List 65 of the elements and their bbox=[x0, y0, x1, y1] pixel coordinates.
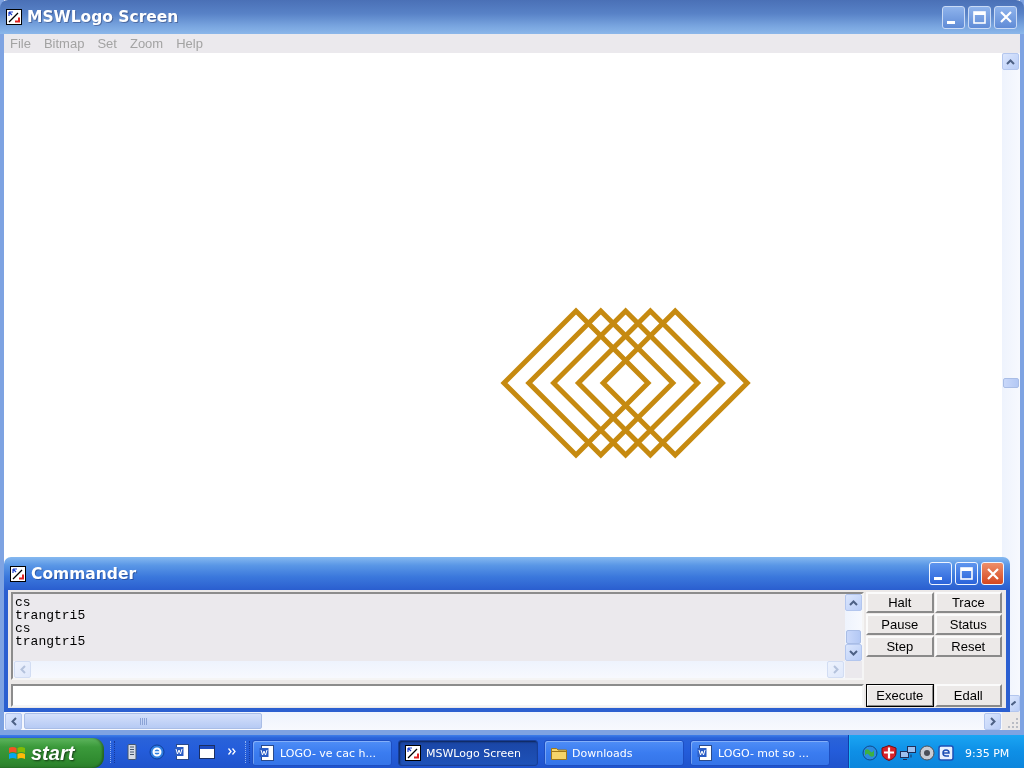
window-title: MSWLogo Screen bbox=[27, 8, 179, 26]
window-icon[interactable] bbox=[199, 743, 215, 760]
windows-flag-icon bbox=[8, 745, 26, 761]
app-icon bbox=[405, 745, 421, 761]
start-button[interactable]: start bbox=[0, 738, 104, 768]
taskbar-button[interactable]: MSWLogo Screen bbox=[398, 740, 538, 766]
taskbar-button[interactable]: Downloads bbox=[544, 740, 684, 766]
scroll-up-button[interactable] bbox=[845, 594, 862, 611]
history-line[interactable]: cs bbox=[15, 596, 31, 609]
close-button[interactable] bbox=[994, 5, 1017, 29]
clock: 9:35 PM bbox=[965, 746, 1010, 760]
minimize-button[interactable] bbox=[942, 5, 965, 29]
maximize-icon bbox=[960, 567, 973, 580]
history-line[interactable]: trangtri5 bbox=[15, 635, 86, 648]
scroll-right-button[interactable] bbox=[984, 712, 1001, 730]
folder-icon bbox=[551, 746, 567, 760]
command-input[interactable] bbox=[11, 684, 864, 707]
command-button[interactable]: Execute bbox=[866, 684, 934, 707]
minimize-icon bbox=[947, 20, 955, 24]
maximize-button[interactable] bbox=[968, 5, 991, 29]
scroll-left-button[interactable] bbox=[5, 712, 22, 730]
document-icon[interactable] bbox=[174, 743, 190, 760]
chevron-up-icon bbox=[849, 599, 858, 606]
window-title: Commander bbox=[31, 564, 137, 583]
device-icon[interactable] bbox=[124, 743, 140, 760]
chevron-left-icon bbox=[10, 716, 17, 726]
shield-icon[interactable] bbox=[881, 745, 897, 761]
command-button[interactable]: Pause bbox=[866, 614, 934, 635]
history-line[interactable]: cs bbox=[15, 622, 31, 635]
minimize-icon bbox=[934, 577, 942, 580]
scroll-thumb[interactable] bbox=[24, 713, 262, 729]
grip-icon bbox=[139, 717, 147, 725]
chevron-up-icon bbox=[1006, 58, 1015, 65]
document-icon bbox=[259, 745, 275, 761]
disc-icon[interactable] bbox=[919, 745, 935, 761]
chevron-right-icon bbox=[832, 665, 839, 674]
app-icon bbox=[10, 565, 26, 582]
history-line[interactable]: trangtri5 bbox=[15, 609, 86, 622]
maximize-icon bbox=[973, 10, 986, 24]
double-chevron-icon[interactable] bbox=[228, 748, 236, 755]
command-button[interactable]: Edall bbox=[934, 684, 1002, 707]
chevron-down-icon bbox=[849, 649, 858, 656]
scroll-down-button[interactable] bbox=[845, 644, 862, 661]
browser-icon[interactable] bbox=[149, 743, 165, 760]
command-button[interactable]: Trace bbox=[934, 592, 1002, 613]
command-button[interactable]: Reset bbox=[934, 636, 1002, 657]
chevron-right-icon bbox=[989, 716, 996, 726]
document-icon bbox=[697, 745, 713, 761]
tile-icon[interactable] bbox=[938, 745, 954, 761]
scroll-up-button[interactable] bbox=[1002, 53, 1019, 70]
taskbar-button[interactable]: LOGO- mot so ... bbox=[690, 740, 830, 766]
command-button[interactable]: Step bbox=[866, 636, 934, 657]
network-icon[interactable] bbox=[900, 745, 916, 761]
taskbar-button[interactable]: LOGO- ve cac h... bbox=[252, 740, 392, 766]
scroll-thumb[interactable] bbox=[1003, 377, 1019, 388]
command-button[interactable]: Status bbox=[934, 614, 1002, 635]
app-icon bbox=[6, 9, 22, 25]
scroll-thumb[interactable] bbox=[846, 630, 861, 644]
scroll-down-button[interactable] bbox=[1010, 695, 1020, 712]
close-icon bbox=[999, 11, 1012, 23]
chevron-left-icon bbox=[19, 665, 26, 674]
close-icon bbox=[986, 567, 999, 580]
resize-grip-icon[interactable] bbox=[1008, 718, 1018, 728]
command-button[interactable]: Halt bbox=[866, 592, 934, 613]
chevron-down-icon bbox=[1011, 701, 1016, 706]
